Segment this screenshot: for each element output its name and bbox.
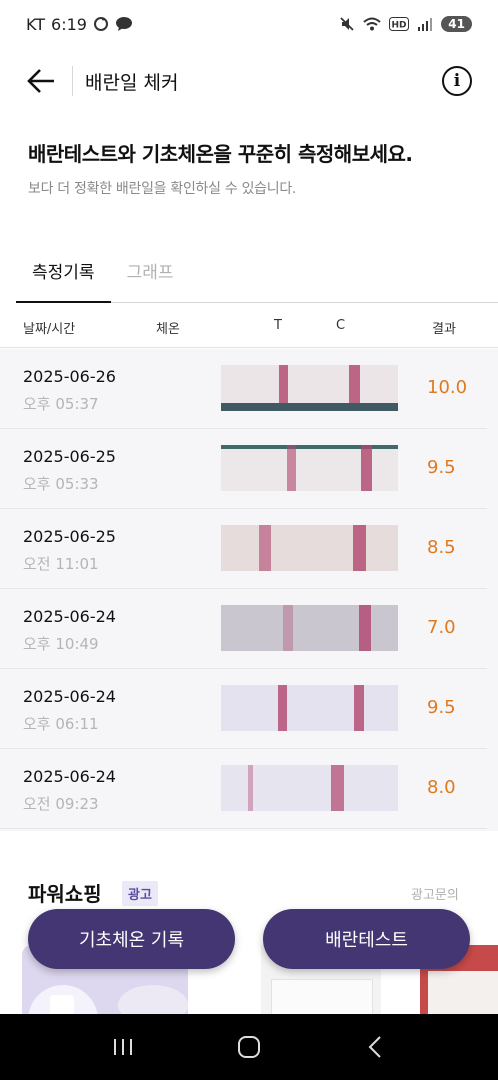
control-line-c (361, 445, 372, 491)
table-row[interactable]: 2025-06-25 오전 11:01 8.5 (0, 509, 487, 589)
column-header-result: 결과 (432, 322, 456, 337)
test-strip-image (221, 525, 398, 571)
info-button[interactable]: i (442, 66, 472, 96)
test-line-t (278, 685, 287, 731)
control-line-c (359, 605, 371, 651)
record-date: 2025-06-24 (23, 607, 116, 626)
bbt-record-button[interactable]: 기초체온 기록 (28, 909, 235, 969)
table-row[interactable]: 2025-06-25 오후 05:33 9.5 (0, 429, 487, 509)
strip-edge (221, 403, 398, 411)
record-date: 2025-06-25 (23, 447, 116, 466)
signal-icon (417, 17, 433, 31)
record-result: 9.5 (427, 697, 456, 718)
wifi-icon (363, 17, 381, 31)
record-date: 2025-06-26 (23, 367, 116, 386)
record-result: 10.0 (427, 377, 468, 398)
talk-icon (115, 16, 133, 32)
test-strip-image (221, 605, 398, 651)
column-header-temp: 체온 (156, 322, 180, 337)
record-time: 오후 06:11 (23, 715, 99, 733)
tab-bar: 측정기록 그래프 (16, 248, 498, 303)
hd-icon: HD (389, 17, 410, 31)
test-strip-image (221, 365, 398, 411)
tab-records[interactable]: 측정기록 (16, 248, 111, 303)
back-button[interactable] (26, 63, 62, 99)
intro-subtitle: 보다 더 정확한 배란일을 확인하실 수 있습니다. (28, 181, 297, 197)
home-icon (238, 1036, 260, 1058)
clock: 6:19 (51, 14, 87, 34)
table-row[interactable]: 2025-06-26 오후 05:37 10.0 (0, 349, 487, 429)
record-date: 2025-06-24 (23, 767, 116, 786)
app-header: 배란일 체커 i (0, 52, 498, 110)
bottle-shape (50, 995, 74, 1015)
system-navigation-bar (0, 1014, 498, 1080)
ad-badge: 광고 (122, 881, 158, 906)
ad-inquiry-link[interactable]: 광고문의 (411, 884, 459, 903)
status-bar: KT 6:19 HD 41 (0, 0, 498, 48)
control-line-c (331, 765, 344, 811)
record-time: 오전 09:23 (23, 795, 99, 813)
svg-text:HD: HD (392, 21, 407, 31)
back-nav-button[interactable] (355, 1027, 395, 1067)
test-strip-image (221, 445, 398, 491)
home-button[interactable] (229, 1027, 269, 1067)
table-row[interactable]: 2025-06-24 오후 06:11 9.5 (0, 669, 487, 749)
recent-apps-button[interactable] (103, 1027, 143, 1067)
record-result: 7.0 (427, 617, 456, 638)
record-time: 오후 05:37 (23, 395, 99, 413)
control-line-c (353, 525, 366, 571)
table-header: 날짜/시간 체온 T C 결과 (0, 304, 498, 348)
product-image (271, 979, 373, 1015)
mute-icon (339, 16, 355, 32)
page-title: 배란일 체커 (85, 71, 179, 94)
carrier-label: KT (26, 14, 46, 34)
record-date: 2025-06-25 (23, 527, 116, 546)
record-time: 오후 10:49 (23, 635, 99, 653)
test-line-t (259, 525, 271, 571)
ovulation-test-button[interactable]: 배란테스트 (263, 909, 470, 969)
info-icon: i (453, 71, 461, 91)
battery-indicator: 41 (441, 16, 472, 32)
record-time: 오전 11:01 (23, 555, 99, 573)
column-header-datetime: 날짜/시간 (23, 322, 76, 337)
recent-apps-icon (114, 1039, 132, 1055)
records-list: 2025-06-26 오후 05:37 10.0 2025-06-25 오후 0… (0, 349, 498, 831)
record-result: 8.5 (427, 537, 456, 558)
chevron-left-icon (368, 1036, 381, 1058)
shopping-title: 파워쇼핑 (28, 882, 102, 906)
product-image (428, 971, 498, 1015)
column-header-t: T (274, 318, 282, 333)
product-image (118, 985, 188, 1015)
table-row[interactable]: 2025-06-24 오후 10:49 7.0 (0, 589, 487, 669)
tab-graph[interactable]: 그래프 (111, 248, 190, 303)
test-line-t (248, 765, 253, 811)
record-time: 오후 05:33 (23, 475, 99, 493)
test-strip-image (221, 685, 398, 731)
sync-icon (93, 16, 109, 32)
test-strip-image (221, 765, 398, 811)
record-result: 9.5 (427, 457, 456, 478)
test-line-t (287, 445, 296, 491)
arrow-left-icon (27, 69, 54, 93)
control-line-c (354, 685, 364, 731)
record-result: 8.0 (427, 777, 456, 798)
table-row[interactable]: 2025-06-24 오전 09:23 8.0 (0, 749, 487, 829)
record-date: 2025-06-24 (23, 687, 116, 706)
column-header-c: C (336, 318, 346, 333)
header-divider (72, 66, 73, 96)
test-line-t (283, 605, 293, 651)
intro-title: 배란테스트와 기초체온을 꾸준히 측정해보세요. (28, 142, 413, 166)
